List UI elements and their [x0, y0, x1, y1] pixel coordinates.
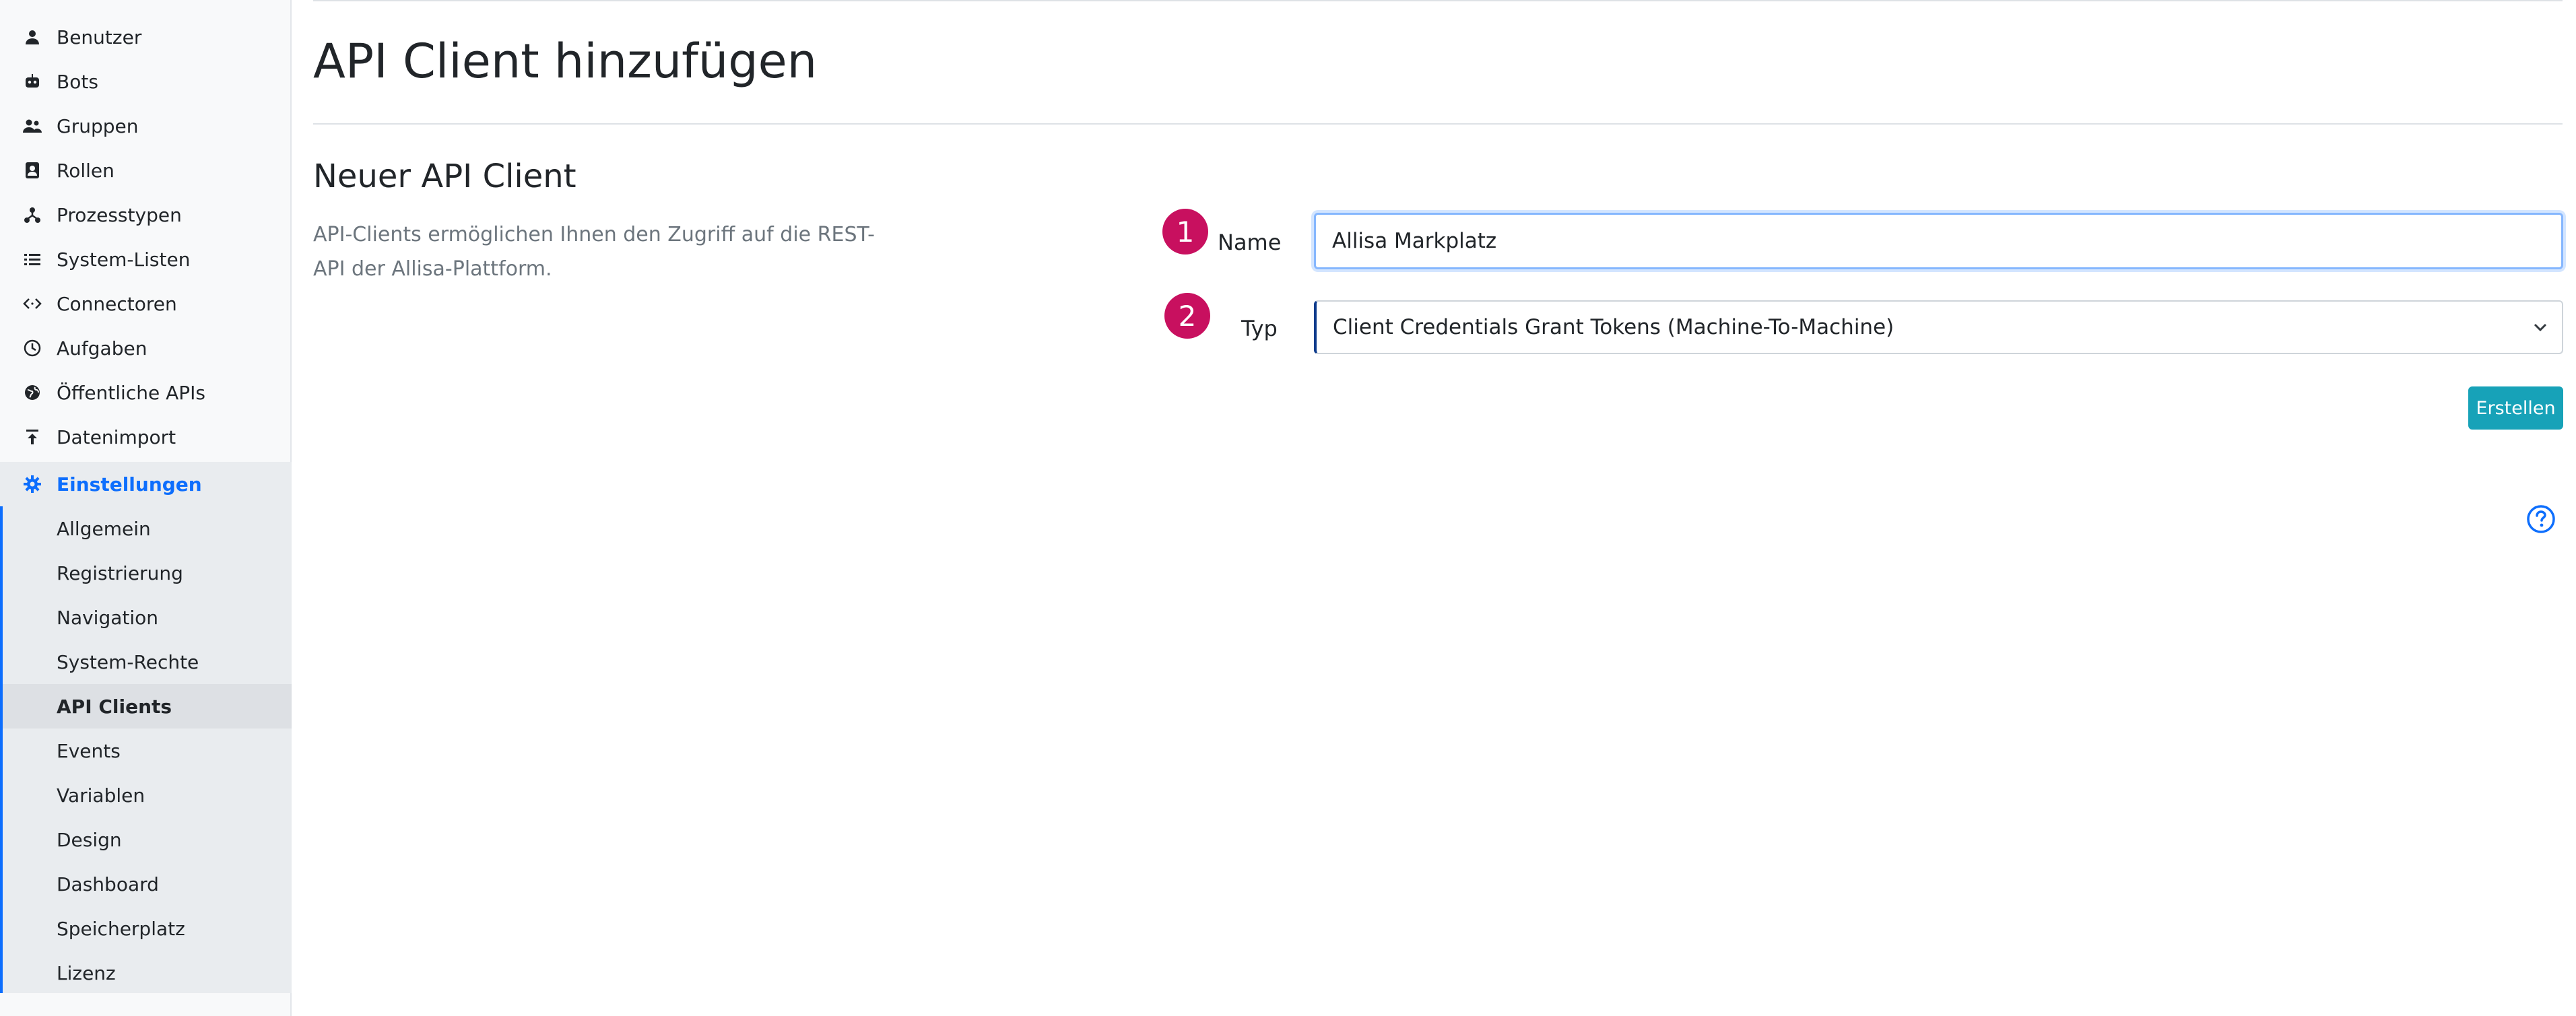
sidebar-item-datenimport[interactable]: Datenimport	[0, 415, 292, 459]
page-title: API Client hinzufügen	[313, 34, 818, 89]
sidebar-subitem-api-clients[interactable]: API Clients	[3, 684, 292, 729]
chevron-down-icon	[2534, 323, 2547, 332]
sidebar-item-label: Rollen	[57, 159, 114, 182]
app-root: Benutzer Bots Gruppen Rollen Prozesstype…	[0, 0, 2576, 1016]
sidebar-item-label: Aufgaben	[57, 337, 147, 360]
sidebar-subitem-speicherplatz[interactable]: Speicherplatz	[3, 906, 292, 951]
sidebar-subitem-navigation[interactable]: Navigation	[3, 595, 292, 640]
sidebar-item-rollen[interactable]: Rollen	[0, 148, 292, 193]
sidebar-item-bots[interactable]: Bots	[0, 59, 292, 104]
sidebar-subitem-label: Design	[57, 828, 122, 851]
sidebar-subitem-events[interactable]: Events	[3, 729, 292, 773]
sidebar-item-label: Datenimport	[57, 426, 176, 448]
process-icon	[22, 205, 42, 225]
sidebar-subitem-label: Speicherplatz	[57, 917, 185, 940]
sidebar-subitem-lizenz[interactable]: Lizenz	[3, 951, 292, 995]
sidebar-subitem-label: Events	[57, 739, 121, 762]
sidebar-subitem-label: Variablen	[57, 784, 145, 807]
sidebar-item-system-listen[interactable]: System-Listen	[0, 237, 292, 281]
type-select-value: Client Credentials Grant Tokens (Machine…	[1333, 315, 1894, 339]
sidebar-item-connectoren[interactable]: Connectoren	[0, 281, 292, 326]
section-description: API-Clients ermöglichen Ihnen den Zugrif…	[313, 223, 875, 281]
sidebar-item-oeffentliche-apis[interactable]: Öffentliche APIs	[0, 370, 292, 415]
sidebar-item-label: Einstellungen	[57, 473, 202, 496]
main-content: API Client hinzufügen Neuer API Client A…	[292, 0, 2576, 1016]
sidebar-item-label: Connectoren	[57, 292, 177, 315]
title-divider	[313, 123, 2563, 125]
user-icon	[22, 27, 42, 47]
sidebar-subitem-label: API Clients	[57, 695, 172, 718]
create-button[interactable]: Erstellen	[2468, 386, 2563, 430]
sidebar-item-label: Bots	[57, 70, 98, 93]
sidebar-subitem-design[interactable]: Design	[3, 817, 292, 862]
clock-icon	[22, 338, 42, 358]
sidebar-item-label: Prozesstypen	[57, 203, 182, 226]
sidebar-subitem-label: Lizenz	[57, 961, 116, 984]
sidebar-subitem-dashboard[interactable]: Dashboard	[3, 862, 292, 906]
sidebar-item-label: System-Listen	[57, 248, 191, 271]
name-input[interactable]	[1314, 213, 2563, 269]
code-icon	[22, 294, 42, 314]
sidebar-subitem-allgemein[interactable]: Allgemein	[3, 506, 292, 551]
sidebar-subitem-system-rechte[interactable]: System-Rechte	[3, 640, 292, 684]
sidebar-subitem-label: Dashboard	[57, 873, 159, 895]
name-label: Name	[1218, 230, 1282, 255]
sidebar-subitem-label: Navigation	[57, 606, 159, 629]
type-select[interactable]: Client Credentials Grant Tokens (Machine…	[1314, 300, 2563, 354]
top-divider	[313, 0, 2563, 1]
help-icon[interactable]	[2525, 504, 2556, 535]
sidebar: Benutzer Bots Gruppen Rollen Prozesstype…	[0, 0, 292, 1016]
sidebar-subitem-label: Registrierung	[57, 562, 183, 584]
type-label: Typ	[1241, 316, 1278, 341]
settings-submenu: Allgemein Registrierung Navigation Syste…	[0, 506, 292, 993]
step-badge-1: 1	[1162, 209, 1208, 255]
sidebar-item-einstellungen[interactable]: Einstellungen	[0, 462, 292, 506]
sidebar-subitem-label: Allgemein	[57, 517, 151, 540]
sidebar-subitem-variablen[interactable]: Variablen	[3, 773, 292, 817]
gear-icon	[22, 474, 42, 494]
upload-icon	[22, 427, 42, 447]
bot-icon	[22, 71, 42, 92]
sidebar-item-label: Öffentliche APIs	[57, 381, 205, 404]
id-badge-icon	[22, 160, 42, 180]
users-icon	[22, 116, 42, 136]
section-title: Neuer API Client	[313, 158, 576, 195]
sidebar-subitem-registrierung[interactable]: Registrierung	[3, 551, 292, 595]
list-icon	[22, 249, 42, 269]
sidebar-item-gruppen[interactable]: Gruppen	[0, 104, 292, 148]
sidebar-subitem-label: System-Rechte	[57, 650, 199, 673]
sidebar-item-prozesstypen[interactable]: Prozesstypen	[0, 193, 292, 237]
sidebar-item-aufgaben[interactable]: Aufgaben	[0, 326, 292, 370]
sidebar-item-label: Gruppen	[57, 114, 139, 137]
sidebar-item-label: Benutzer	[57, 26, 142, 48]
sidebar-item-benutzer[interactable]: Benutzer	[0, 15, 292, 59]
globe-icon	[22, 382, 42, 403]
step-badge-2: 2	[1164, 293, 1210, 339]
